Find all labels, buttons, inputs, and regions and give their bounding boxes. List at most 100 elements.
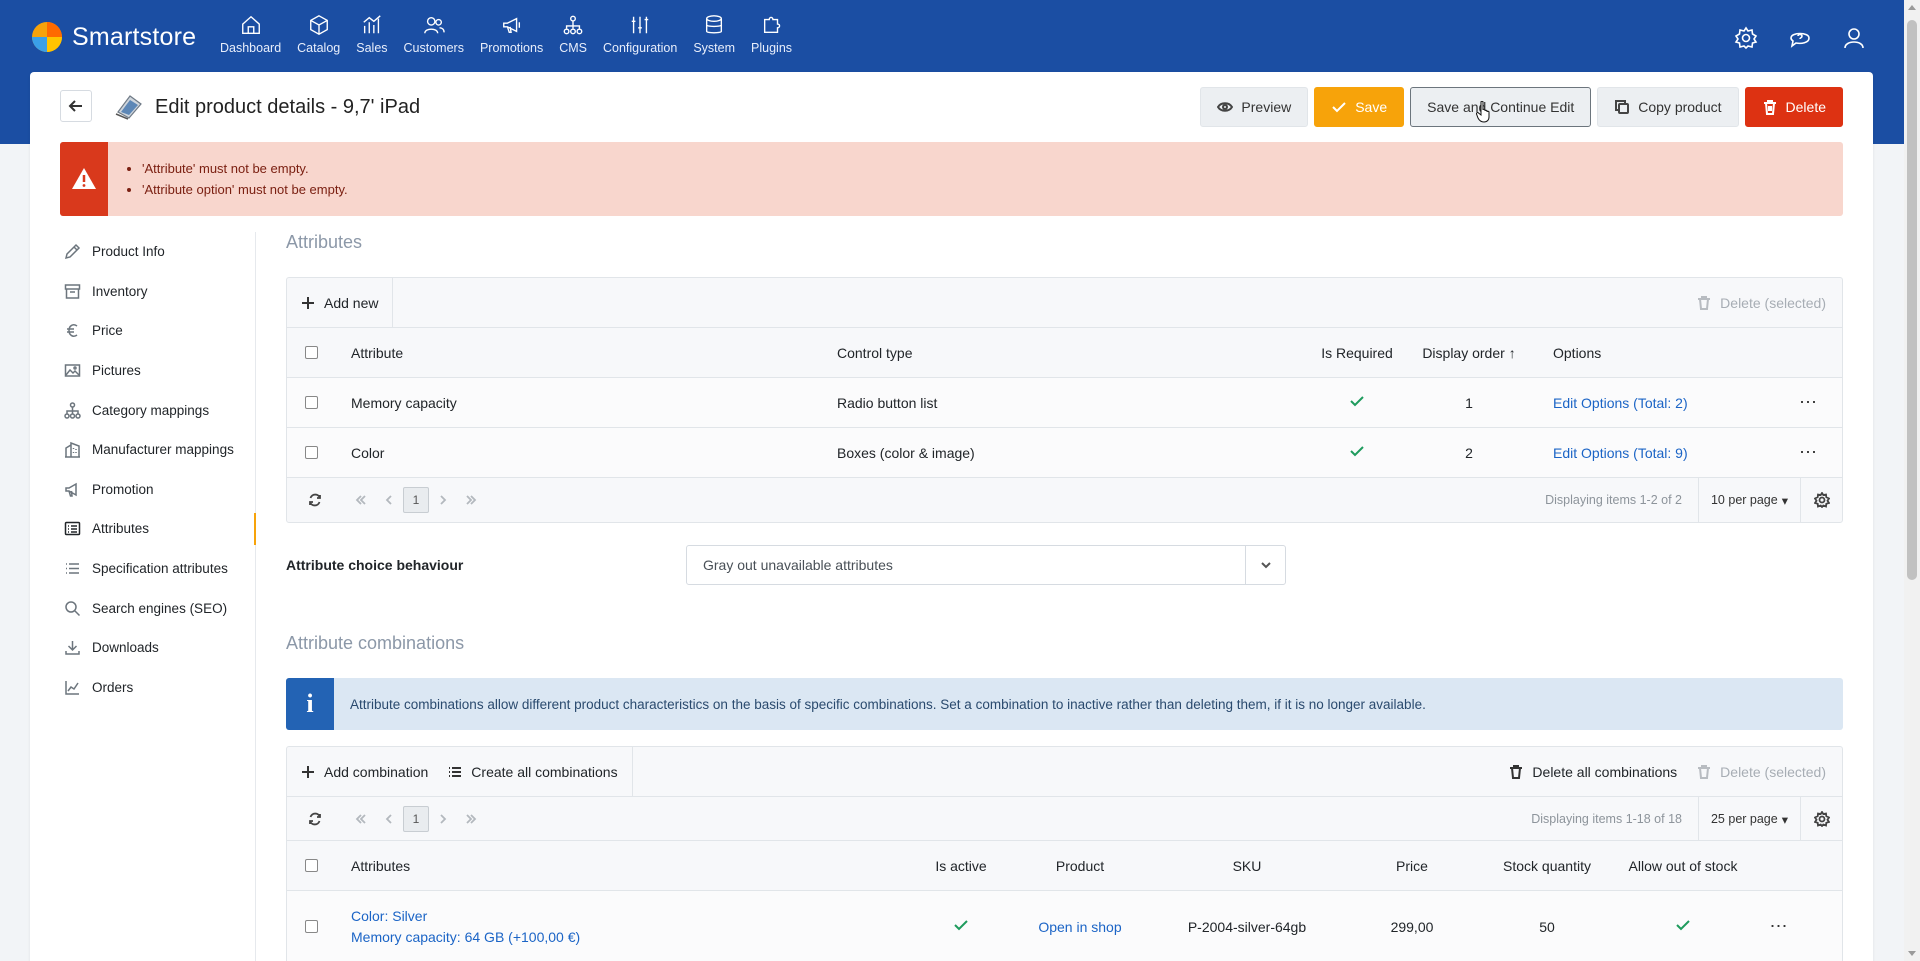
col-display-order[interactable]: Display order ↑ bbox=[1407, 345, 1531, 361]
sidebar-item-attributes[interactable]: Attributes bbox=[60, 509, 256, 549]
per-page-select[interactable]: 25 per page ▾ bbox=[1697, 797, 1788, 841]
col-stock[interactable]: Stock quantity bbox=[1479, 858, 1615, 874]
prev-page-button[interactable] bbox=[375, 486, 403, 514]
delete-selected-combinations-button[interactable]: Delete (selected) bbox=[1697, 764, 1826, 780]
delete-all-label: Delete all combinations bbox=[1532, 764, 1678, 780]
page-scrollbar[interactable] bbox=[1904, 0, 1920, 961]
table-row[interactable]: Memory capacity Radio button list 1 Edit… bbox=[287, 378, 1842, 428]
add-combination-button[interactable]: Add combination bbox=[301, 764, 428, 780]
menu-configuration[interactable]: Configuration bbox=[595, 14, 685, 55]
last-page-button[interactable] bbox=[457, 486, 485, 514]
row-checkbox[interactable] bbox=[305, 446, 318, 459]
help-button[interactable] bbox=[1782, 24, 1818, 55]
first-page-button[interactable] bbox=[347, 805, 375, 833]
menu-customers[interactable]: Customers bbox=[396, 14, 472, 55]
next-page-button[interactable] bbox=[429, 805, 457, 833]
edit-options-link[interactable]: Edit Options (Total: 9) bbox=[1553, 445, 1799, 461]
scroll-up-icon[interactable] bbox=[1908, 5, 1916, 10]
prev-page-button[interactable] bbox=[375, 805, 403, 833]
menu-promotions[interactable]: Promotions bbox=[472, 14, 551, 55]
menu-sales[interactable]: Sales bbox=[348, 14, 395, 55]
copy-icon bbox=[1615, 100, 1630, 114]
display-order: 2 bbox=[1465, 444, 1473, 461]
menu-cms[interactable]: CMS bbox=[551, 14, 595, 55]
save-continue-label: Save and Continue Edit bbox=[1427, 99, 1575, 115]
grid-settings-button[interactable] bbox=[1800, 797, 1842, 841]
delete-selected-label: Delete (selected) bbox=[1720, 764, 1826, 780]
menu-plugins[interactable]: Plugins bbox=[743, 14, 800, 55]
table-row[interactable]: Color Boxes (color & image) 2 Edit Optio… bbox=[287, 428, 1842, 478]
pager-info: Displaying items 1-18 of 18 bbox=[1531, 812, 1682, 826]
sidebar-item-downloads[interactable]: Downloads bbox=[60, 628, 255, 668]
copy-product-button[interactable]: Copy product bbox=[1597, 87, 1739, 127]
warning-icon bbox=[60, 142, 108, 216]
smartstore-logo-icon bbox=[32, 22, 62, 52]
sidebar-item-category-mappings[interactable]: Category mappings bbox=[60, 390, 255, 430]
menu-dashboard[interactable]: Dashboard bbox=[212, 14, 289, 55]
settings-button[interactable] bbox=[1728, 24, 1764, 55]
create-all-combinations-button[interactable]: Create all combinations bbox=[448, 764, 618, 780]
scrollbar-thumb[interactable] bbox=[1907, 20, 1917, 580]
delete-all-combinations-button[interactable]: Delete all combinations bbox=[1509, 764, 1677, 780]
row-menu-button[interactable]: ⋯ bbox=[1751, 916, 1807, 937]
menu-system[interactable]: System bbox=[685, 14, 743, 55]
scroll-down-icon[interactable] bbox=[1908, 951, 1916, 956]
puzzle-icon bbox=[763, 16, 780, 34]
gear-icon bbox=[1734, 26, 1758, 50]
col-allow-oos[interactable]: Allow out of stock bbox=[1615, 858, 1751, 874]
sidebar-item-manufacturer-mappings[interactable]: Manufacturer mappings bbox=[60, 430, 255, 470]
chevron-right-icon bbox=[440, 813, 447, 824]
preview-button[interactable]: Preview bbox=[1200, 87, 1309, 127]
delete-selected-attributes-button[interactable]: Delete (selected) bbox=[1697, 295, 1826, 311]
menu-label: Catalog bbox=[297, 41, 341, 55]
current-page[interactable]: 1 bbox=[403, 487, 429, 513]
combination-attr-line[interactable]: Color: Silver bbox=[351, 906, 911, 927]
per-page-select[interactable]: 10 per page ▾ bbox=[1697, 478, 1788, 522]
row-menu-button[interactable]: ⋯ bbox=[1799, 392, 1818, 413]
sidebar-item-specification-attributes[interactable]: Specification attributes bbox=[60, 549, 255, 589]
menu-catalog[interactable]: Catalog bbox=[289, 14, 348, 55]
brand[interactable]: Smartstore bbox=[30, 20, 196, 54]
sidebar-item-product-info[interactable]: Product Info bbox=[60, 232, 255, 272]
row-checkbox[interactable] bbox=[305, 396, 318, 409]
row-menu-button[interactable]: ⋯ bbox=[1799, 442, 1818, 463]
allow-oos-check bbox=[1615, 917, 1751, 936]
sidebar-item-pictures[interactable]: Pictures bbox=[60, 351, 255, 391]
sidebar-item-orders[interactable]: Orders bbox=[60, 668, 255, 708]
refresh-button[interactable] bbox=[301, 486, 329, 514]
sidebar-item-price[interactable]: Price bbox=[60, 311, 255, 351]
col-attribute[interactable]: Attribute bbox=[351, 345, 837, 361]
delete-button[interactable]: Delete bbox=[1744, 87, 1843, 127]
save-continue-button[interactable]: Save and Continue Edit bbox=[1410, 87, 1592, 127]
refresh-button[interactable] bbox=[301, 805, 329, 833]
user-menu-button[interactable] bbox=[1836, 24, 1872, 55]
open-in-shop-link[interactable]: Open in shop bbox=[1011, 919, 1149, 935]
table-row[interactable]: Color: Silver Memory capacity: 64 GB (+1… bbox=[287, 891, 1842, 961]
select-all-checkbox[interactable] bbox=[305, 346, 318, 359]
sidebar-item-seo[interactable]: Search engines (SEO) bbox=[60, 588, 255, 628]
col-control-type[interactable]: Control type bbox=[837, 345, 1307, 361]
next-page-button[interactable] bbox=[429, 486, 457, 514]
col-options[interactable]: Options bbox=[1553, 345, 1813, 361]
grid-settings-button[interactable] bbox=[1800, 478, 1842, 522]
col-attributes[interactable]: Attributes bbox=[351, 858, 911, 874]
is-active-check bbox=[911, 917, 1011, 936]
add-attribute-button[interactable]: Add new bbox=[301, 295, 378, 311]
first-page-button[interactable] bbox=[347, 486, 375, 514]
choice-behaviour-select[interactable]: Gray out unavailable attributes bbox=[686, 545, 1286, 585]
col-is-required[interactable]: Is Required bbox=[1307, 345, 1407, 361]
col-price[interactable]: Price bbox=[1345, 858, 1479, 874]
save-button[interactable]: Save bbox=[1314, 87, 1405, 127]
col-is-active[interactable]: Is active bbox=[911, 858, 1011, 874]
sidebar-item-inventory[interactable]: Inventory bbox=[60, 272, 255, 312]
col-sku[interactable]: SKU bbox=[1149, 858, 1345, 874]
last-page-button[interactable] bbox=[457, 805, 485, 833]
sidebar-item-promotion[interactable]: Promotion bbox=[60, 470, 255, 510]
edit-options-link[interactable]: Edit Options (Total: 2) bbox=[1553, 395, 1799, 411]
combination-attributes[interactable]: Color: Silver Memory capacity: 64 GB (+1… bbox=[351, 906, 911, 948]
select-all-checkbox[interactable] bbox=[305, 859, 318, 872]
current-page[interactable]: 1 bbox=[403, 805, 429, 832]
row-checkbox[interactable] bbox=[305, 920, 318, 933]
combination-attr-line[interactable]: Memory capacity: 64 GB (+100,00 €) bbox=[351, 927, 911, 948]
back-button[interactable] bbox=[60, 90, 92, 122]
